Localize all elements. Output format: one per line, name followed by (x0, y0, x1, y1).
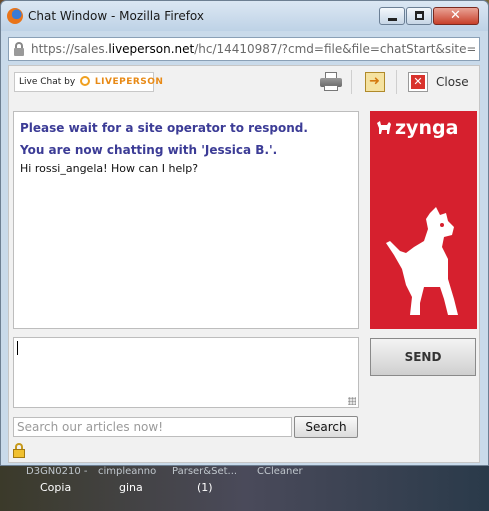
resize-grip-icon[interactable] (348, 397, 356, 405)
minimize-icon (388, 18, 397, 21)
maximize-button[interactable] (406, 7, 432, 25)
zynga-logo: zynga (376, 117, 458, 139)
message-input[interactable] (13, 337, 359, 408)
toolbar-divider (351, 70, 352, 94)
badge-prefix: Live Chat by (19, 77, 76, 87)
site-lock-icon[interactable] (14, 42, 24, 56)
window-title: Chat Window - Mozilla Firefox (28, 9, 205, 23)
badge-brand: LIVEPERSON (94, 77, 164, 87)
desktop-icon-label-faint: CCleaner (257, 466, 303, 477)
chat-window: Chat Window - Mozilla Firefox ✕ https://… (0, 0, 489, 466)
window-close-button[interactable]: ✕ (433, 7, 479, 25)
chat-transcript[interactable]: Please wait for a site operator to respo… (13, 111, 359, 329)
liveperson-logo-icon (80, 76, 91, 86)
print-icon[interactable] (320, 72, 342, 92)
desktop-icon-1[interactable]: (1) (197, 481, 213, 494)
firefox-icon (7, 8, 23, 24)
secure-lock-icon (13, 443, 25, 458)
chat-panel: Live Chat by LIVEPERSON ➜ ✕ Close Please… (8, 65, 480, 463)
chat-close-button[interactable]: Close (436, 75, 469, 89)
send-button[interactable]: SEND (370, 338, 476, 376)
desktop-icon-label-faint: Parser&Set... (172, 466, 238, 477)
zynga-brand-text: zynga (395, 117, 459, 139)
minimize-button[interactable] (379, 7, 405, 25)
zynga-dog-icon (386, 207, 458, 315)
desktop-icon-copia[interactable]: Copia (40, 481, 71, 494)
url-domain: liveperson.net (108, 42, 195, 56)
system-message: Please wait for a site operator to respo… (20, 121, 308, 135)
text-caret (17, 341, 18, 355)
close-icon: ✕ (450, 8, 461, 23)
zynga-ad-banner[interactable]: zynga (370, 111, 477, 329)
url-prefix: https://sales. (31, 42, 109, 56)
address-bar[interactable]: https://sales.liveperson.net/hc/14410987… (8, 37, 480, 61)
search-input[interactable] (13, 417, 292, 437)
desktop-icon-label-faint: D3GN0210 - (26, 466, 88, 477)
desktop-icon-label-faint: cimpleanno (98, 466, 157, 477)
liveperson-badge[interactable]: Live Chat by LIVEPERSON (14, 72, 163, 92)
maximize-icon (415, 11, 424, 20)
zynga-dog-small-icon (377, 121, 391, 134)
search-button[interactable]: Search (294, 416, 358, 438)
desktop-bottom-area: D3GN0210 - cimpleanno Parser&Set... CCle… (0, 462, 489, 511)
system-message: You are now chatting with 'Jessica B.'. (20, 143, 278, 157)
window-titlebar[interactable]: Chat Window - Mozilla Firefox ✕ (1, 1, 488, 31)
chat-close-icon[interactable]: ✕ (408, 72, 428, 92)
email-transcript-icon[interactable]: ➜ (365, 72, 385, 92)
url-suffix: /hc/14410987/?cmd=file&file=chatStart&si… (194, 42, 475, 56)
url-text[interactable]: https://sales.liveperson.net/hc/14410987… (31, 42, 475, 56)
desktop-icon-gina[interactable]: gina (119, 481, 143, 494)
agent-message: Hi rossi_angela! How can I help? (20, 162, 199, 175)
toolbar-divider (396, 70, 397, 94)
